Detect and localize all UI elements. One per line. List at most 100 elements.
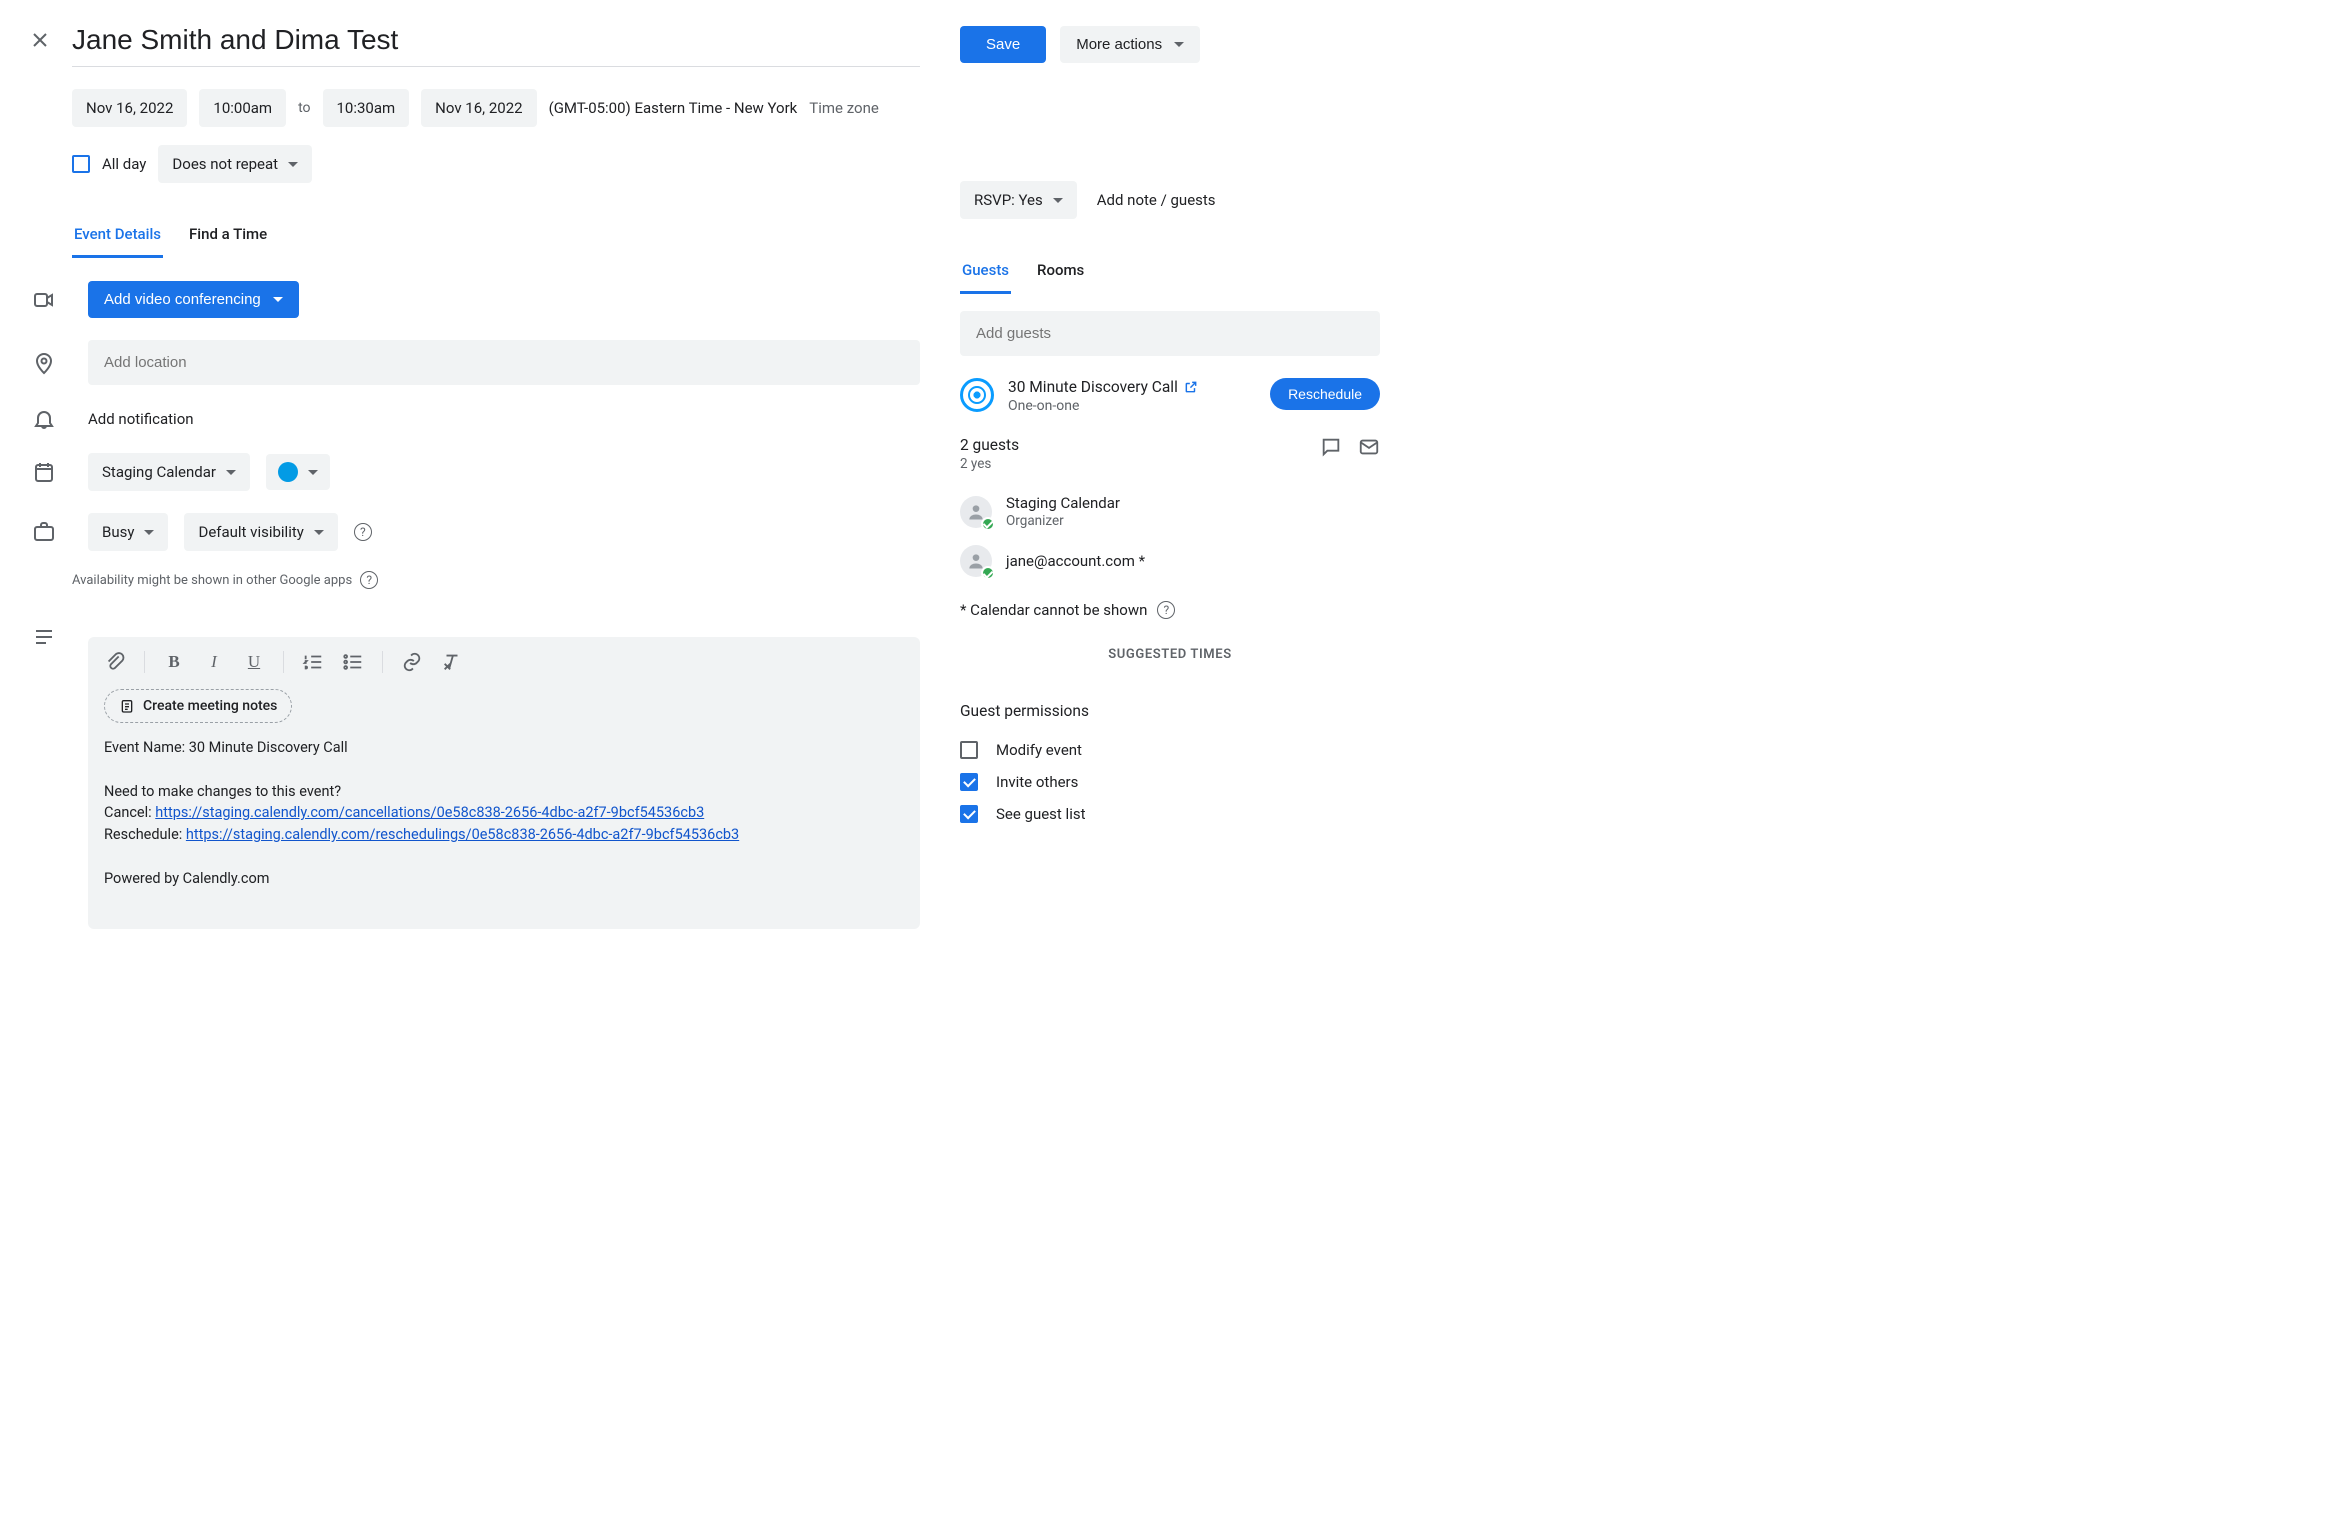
rsvp-label: RSVP: Yes (974, 191, 1043, 209)
bold-icon[interactable]: B (163, 651, 185, 673)
guest-role: Organizer (1006, 513, 1120, 529)
recurrence-label: Does not repeat (172, 155, 278, 173)
chevron-down-icon (226, 470, 236, 475)
location-icon (32, 351, 56, 375)
color-dropdown[interactable] (266, 454, 330, 490)
more-actions-button[interactable]: More actions (1060, 26, 1200, 63)
status-accepted-icon (981, 517, 995, 531)
guest-yes: 2 yes (960, 456, 1019, 472)
visibility-label: Default visibility (198, 523, 303, 541)
availability-note: Availability might be shown in other Goo… (72, 571, 920, 589)
chevron-down-icon (314, 530, 324, 535)
briefcase-icon (32, 520, 56, 544)
add-video-label: Add video conferencing (104, 291, 261, 308)
tab-event-details[interactable]: Event Details (72, 219, 163, 258)
underline-icon[interactable]: U (243, 651, 265, 673)
allday-checkbox[interactable] (72, 155, 90, 173)
description-body[interactable]: Event Name: 30 Minute Discovery Call Nee… (104, 737, 904, 889)
busy-dropdown[interactable]: Busy (88, 513, 168, 551)
scheduler-card: 30 Minute Discovery Call One-on-one Resc… (960, 378, 1380, 414)
top-actions: Save More actions (960, 26, 1380, 63)
start-date[interactable]: Nov 16, 2022 (72, 89, 187, 127)
bulleted-list-icon[interactable] (342, 651, 364, 673)
timezone-link[interactable]: Time zone (809, 99, 879, 117)
tab-find-a-time[interactable]: Find a Time (187, 219, 269, 258)
busy-label: Busy (102, 523, 134, 541)
more-actions-label: More actions (1076, 36, 1162, 53)
visibility-dropdown[interactable]: Default visibility (184, 513, 337, 551)
tab-rooms[interactable]: Rooms (1035, 255, 1086, 294)
allday-row: All day Does not repeat (72, 145, 920, 183)
to-label: to (298, 100, 310, 116)
bell-icon (32, 407, 56, 431)
description-editor: B I U (88, 637, 920, 929)
save-button[interactable]: Save (960, 26, 1046, 63)
datetime-row: Nov 16, 2022 10:00am to 10:30am Nov 16, … (72, 89, 920, 127)
avatar (960, 496, 992, 528)
guest-name: Staging Calendar (1006, 494, 1120, 512)
sidebar: Save More actions RSVP: Yes Add note / g… (960, 20, 1380, 929)
perm-invite-checkbox[interactable] (960, 773, 978, 791)
chevron-down-icon (1174, 42, 1184, 47)
guest-item[interactable]: jane@account.com * (960, 537, 1380, 585)
guest-item[interactable]: Staging Calendar Organizer (960, 486, 1380, 537)
allday-label: All day (102, 155, 146, 173)
scheduler-title: 30 Minute Discovery Call (1008, 378, 1178, 396)
perm-guestlist-label: See guest list (996, 805, 1086, 823)
scheduler-subtitle: One-on-one (1008, 398, 1256, 414)
chevron-down-icon (1053, 198, 1063, 203)
tab-guests[interactable]: Guests (960, 255, 1011, 294)
calendar-icon (32, 460, 56, 484)
timezone-label: (GMT-05:00) Eastern Time - New York (549, 99, 798, 117)
end-time[interactable]: 10:30am (323, 89, 410, 127)
start-time[interactable]: 10:00am (199, 89, 286, 127)
event-editor: Nov 16, 2022 10:00am to 10:30am Nov 16, … (20, 20, 920, 929)
guest-summary: 2 guests 2 yes (960, 436, 1380, 472)
recurrence-dropdown[interactable]: Does not repeat (158, 145, 312, 183)
chevron-down-icon (144, 530, 154, 535)
guest-list: Staging Calendar Organizer jane@account.… (960, 486, 1380, 585)
end-date[interactable]: Nov 16, 2022 (421, 89, 536, 127)
create-meeting-notes[interactable]: Create meeting notes (104, 689, 292, 723)
calendar-dropdown[interactable]: Staging Calendar (88, 453, 250, 491)
chat-icon[interactable] (1320, 436, 1342, 458)
guest-count: 2 guests (960, 436, 1019, 454)
chevron-down-icon (288, 162, 298, 167)
add-guests-input[interactable] (960, 311, 1380, 356)
editor-toolbar: B I U (104, 651, 904, 683)
calendly-logo-icon (960, 378, 994, 412)
perm-guestlist-checkbox[interactable] (960, 805, 978, 823)
guest-name: jane@account.com * (1006, 552, 1145, 570)
reschedule-button[interactable]: Reschedule (1270, 378, 1380, 410)
help-icon[interactable]: ? (354, 523, 372, 541)
calendar-name-label: Staging Calendar (102, 463, 216, 481)
reschedule-link[interactable]: https://staging.calendly.com/reschedulin… (186, 826, 739, 843)
italic-icon[interactable]: I (203, 651, 225, 673)
attachment-icon[interactable] (104, 651, 126, 673)
description-icon (32, 625, 56, 649)
perm-invite-label: Invite others (996, 773, 1078, 791)
link-icon[interactable] (401, 651, 423, 673)
event-color-swatch (278, 462, 298, 482)
numbered-list-icon[interactable] (302, 651, 324, 673)
add-notification[interactable]: Add notification (88, 410, 194, 428)
email-icon[interactable] (1358, 436, 1380, 458)
close-icon[interactable] (28, 28, 52, 52)
perm-modify-checkbox[interactable] (960, 741, 978, 759)
avatar (960, 545, 992, 577)
detail-tabs: Event Details Find a Time (72, 219, 920, 259)
location-input[interactable] (88, 340, 920, 385)
clear-formatting-icon[interactable] (441, 651, 463, 673)
cancel-link[interactable]: https://staging.calendly.com/cancellatio… (155, 804, 704, 821)
add-video-button[interactable]: Add video conferencing (88, 281, 299, 318)
chevron-down-icon (308, 470, 318, 475)
help-icon[interactable]: ? (1157, 601, 1175, 619)
rsvp-dropdown[interactable]: RSVP: Yes (960, 181, 1077, 219)
permissions-header: Guest permissions (960, 702, 1380, 720)
add-note-guests-link[interactable]: Add note / guests (1097, 191, 1216, 209)
event-title-input[interactable] (72, 20, 920, 67)
notes-chip-label: Create meeting notes (143, 698, 277, 714)
external-link-icon[interactable] (1184, 380, 1198, 394)
suggested-times[interactable]: SUGGESTED TIMES (960, 647, 1380, 662)
help-icon[interactable]: ? (360, 571, 378, 589)
